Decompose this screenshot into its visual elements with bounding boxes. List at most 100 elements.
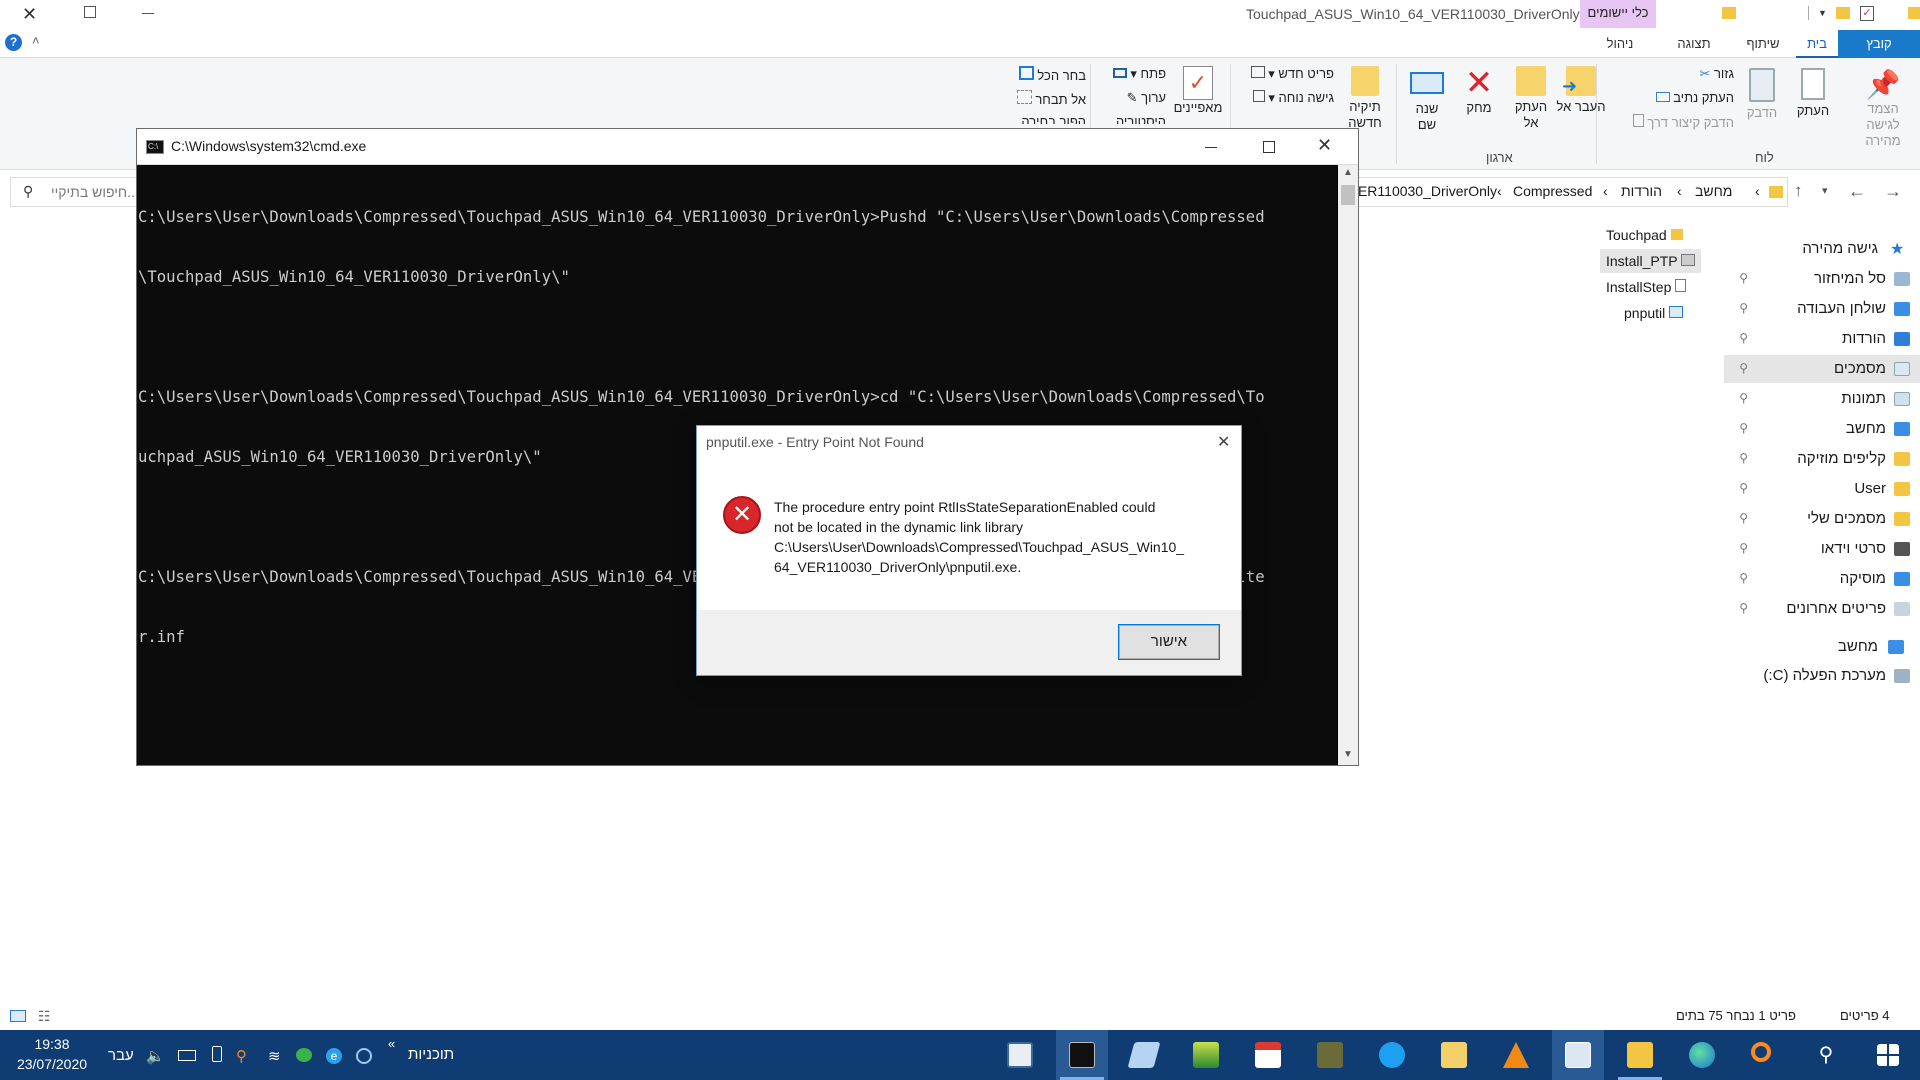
chevron-up-icon[interactable]: « xyxy=(388,1036,395,1051)
wifi-icon[interactable]: ≋ xyxy=(268,1047,281,1065)
pin-icon[interactable]: ⚲ xyxy=(1739,541,1748,555)
close-icon[interactable]: ✕ xyxy=(1217,432,1230,452)
delete-button[interactable]: ✕ מחק xyxy=(1456,66,1502,150)
search-box[interactable]: ⚲ ...חיפוש בתיקיי xyxy=(10,177,146,207)
edge-legacy-tray-icon[interactable]: e xyxy=(326,1048,342,1064)
address-bar[interactable]: ‹ מחשב ‹ הורדות ‹ Compressed ‹ Touchpad_… xyxy=(1163,177,1788,207)
rename-button[interactable]: שנה שם xyxy=(1402,66,1452,150)
select-none-button[interactable]: אל תבחר xyxy=(990,90,1086,107)
pin-icon[interactable]: ⚲ xyxy=(1739,421,1748,435)
start-button[interactable] xyxy=(1862,1030,1914,1080)
scroll-thumb[interactable] xyxy=(1341,185,1355,205)
details-view-icon[interactable] xyxy=(10,1010,26,1022)
ok-button[interactable]: אישור xyxy=(1118,624,1220,660)
chevron-up-icon[interactable]: ˄ xyxy=(32,33,40,48)
list-view-icon[interactable]: ☷ xyxy=(38,1008,51,1025)
taskbar-app-8[interactable] xyxy=(1428,1030,1480,1080)
close-icon[interactable]: ✕ xyxy=(1317,135,1332,156)
breadcrumb-downloads[interactable]: הורדות xyxy=(1621,183,1662,199)
tab-manage[interactable]: ניהול xyxy=(1592,30,1648,58)
battery-icon[interactable] xyxy=(178,1050,196,1061)
file-item-install-step[interactable]: InstallStep xyxy=(1600,275,1692,299)
nav-item-pictures[interactable]: תמונות xyxy=(1841,385,1886,413)
open-button[interactable]: פתח ▾ xyxy=(1096,66,1166,82)
nav-item-videos[interactable]: סרטי וידאו xyxy=(1821,535,1886,563)
nav-item-music[interactable]: מוסיקה xyxy=(1840,565,1886,593)
nav-item-recent[interactable]: פריטים אחרונים xyxy=(1786,595,1886,623)
pin-icon[interactable]: ⚲ xyxy=(1739,331,1748,345)
ccleaner-icon[interactable] xyxy=(356,1048,372,1064)
minimize-icon[interactable] xyxy=(1205,147,1217,148)
cmd-titlebar[interactable]: C:\ C:\Windows\system32\cmd.exe ✕ xyxy=(137,129,1358,165)
tab-home[interactable]: בית xyxy=(1796,30,1838,58)
taskbar-app-3[interactable] xyxy=(1118,1030,1170,1080)
taskbar-cmd[interactable] xyxy=(1056,1030,1108,1080)
file-item-install-ptp[interactable]: Install_PTP xyxy=(1600,249,1702,273)
taskbar-app-1[interactable] xyxy=(994,1030,1046,1080)
easy-access-button[interactable]: גישה נוחה ▾ xyxy=(1236,90,1334,106)
pin-icon[interactable]: ⚲ xyxy=(1739,361,1748,375)
breadcrumb-current[interactable]: Touchpad_ASUS_Win10_64_VER110030_DriverO… xyxy=(1163,183,1497,199)
file-item-pnputil[interactable]: pnputil xyxy=(1618,301,1689,325)
history-button[interactable]: היסטוריה xyxy=(1096,114,1166,124)
copy-button[interactable]: העתק xyxy=(1790,68,1836,148)
recent-chevron-icon[interactable]: ▾ xyxy=(1822,184,1828,197)
clock[interactable]: 19:38 23/07/2020 xyxy=(8,1034,96,1074)
nav-drive-c[interactable]: מערכת הפעלה (C:) xyxy=(1763,662,1886,690)
pin-icon[interactable]: ⚲ xyxy=(1739,451,1748,465)
nav-item-music-clips[interactable]: קליפים מוזיקה xyxy=(1797,445,1886,473)
scroll-down-icon[interactable]: ▼ xyxy=(1343,749,1353,760)
programs-toolbar[interactable]: תוכניות xyxy=(408,1046,454,1063)
properties-check-icon[interactable]: ✓ xyxy=(1860,6,1874,21)
up-arrow-icon[interactable]: ↑ xyxy=(1794,181,1803,201)
nav-item-downloads[interactable]: הורדות xyxy=(1842,325,1886,353)
back-arrow-icon[interactable]: ← xyxy=(1848,181,1866,202)
network-app-icon[interactable] xyxy=(296,1048,312,1062)
search-tray-icon[interactable]: ⚲ xyxy=(236,1047,247,1065)
restore-icon[interactable] xyxy=(84,6,96,18)
scroll-up-icon[interactable]: ▲ xyxy=(1343,167,1353,178)
copy-path-button[interactable]: העתק נתיב xyxy=(1620,90,1734,105)
taskbar-vlc[interactable] xyxy=(1490,1030,1542,1080)
nav-item-computer[interactable]: מחשב xyxy=(1846,415,1886,443)
chevron-down-icon[interactable]: ▼ xyxy=(1818,8,1827,18)
invert-selection-button[interactable]: הפוך בחירה xyxy=(990,114,1086,124)
language-indicator[interactable]: עבר xyxy=(108,1047,134,1064)
edit-button[interactable]: ערוך ✎ xyxy=(1096,90,1166,106)
taskbar-app-6[interactable] xyxy=(1304,1030,1356,1080)
nav-this-pc[interactable]: מחשב xyxy=(1838,633,1878,661)
taskbar-app-10[interactable] xyxy=(1552,1030,1604,1080)
pin-icon[interactable]: ⚲ xyxy=(1739,511,1748,525)
copy-to-button[interactable]: העתק אל xyxy=(1506,66,1556,150)
nav-quick-access[interactable]: גישה מהירה xyxy=(1802,235,1878,263)
paste-shortcut-button[interactable]: הדבק קיצור דרך xyxy=(1600,114,1734,130)
new-item-button[interactable]: פריט חדש ▾ xyxy=(1236,66,1334,82)
cut-button[interactable]: גזור ✂ xyxy=(1630,66,1734,82)
pin-icon[interactable]: ⚲ xyxy=(1739,481,1748,495)
taskbar-explorer[interactable] xyxy=(1614,1030,1666,1080)
console-scrollbar[interactable]: ▲ ▼ xyxy=(1338,165,1358,765)
tab-share[interactable]: שיתוף xyxy=(1740,30,1786,58)
select-all-button[interactable]: בחר הכל xyxy=(990,66,1086,83)
taskbar-app-4[interactable] xyxy=(1180,1030,1232,1080)
breadcrumb-compressed[interactable]: Compressed xyxy=(1513,183,1592,199)
tab-view[interactable]: תצוגה xyxy=(1666,30,1722,58)
breadcrumb-pc[interactable]: מחשב xyxy=(1695,183,1732,199)
usb-icon[interactable] xyxy=(212,1046,222,1062)
forward-arrow-icon[interactable]: → xyxy=(1884,181,1902,202)
taskbar-edge[interactable] xyxy=(1676,1030,1728,1080)
taskbar-search-app[interactable] xyxy=(1738,1030,1790,1080)
nav-item-recycle[interactable]: סל המיחזור xyxy=(1814,265,1886,293)
pin-icon[interactable]: ⚲ xyxy=(1739,571,1748,585)
tab-file[interactable]: קובץ xyxy=(1838,30,1920,58)
pin-icon[interactable]: ⚲ xyxy=(1739,301,1748,315)
close-icon[interactable]: ✕ xyxy=(22,4,37,25)
paste-button[interactable]: הדבק xyxy=(1740,68,1784,148)
nav-item-desktop[interactable]: שולחן העבודה xyxy=(1797,295,1886,323)
pin-icon[interactable]: ⚲ xyxy=(1739,601,1748,615)
error-dialog[interactable]: pnputil.exe - Entry Point Not Found ✕ ✕ … xyxy=(696,425,1242,676)
taskbar-ie[interactable] xyxy=(1366,1030,1418,1080)
minimize-icon[interactable] xyxy=(142,13,154,14)
pin-icon[interactable]: ⚲ xyxy=(1739,271,1748,285)
file-item-touchpad[interactable]: Touchpad xyxy=(1600,223,1689,247)
